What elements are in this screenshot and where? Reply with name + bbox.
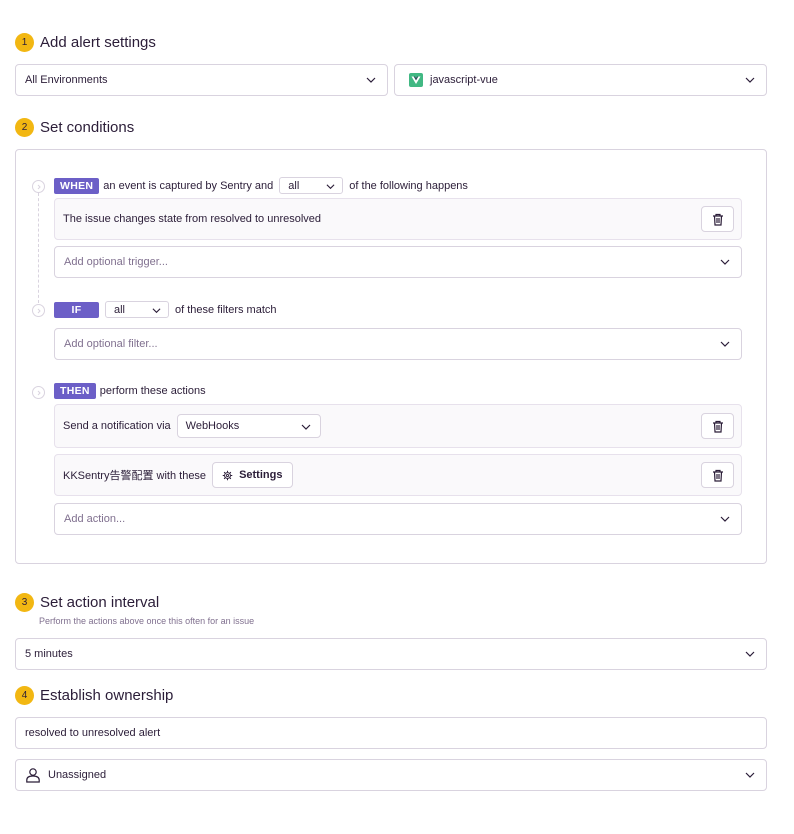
vue-logo-icon [409,73,423,87]
then-row: THEN perform these actions [54,383,206,399]
when-text-after: of the following happens [349,179,468,192]
trigger-condition-text: The issue changes state from resolved to… [63,213,322,225]
chevron-down-icon [326,184,335,190]
add-trigger-select[interactable]: Add optional trigger... [54,246,742,278]
notification-service-select[interactable]: WebHooks [176,414,321,438]
alert-name-value: resolved to unresolved alert [25,727,161,739]
chevron-down-icon [366,77,376,83]
timeline-dot [32,304,45,317]
trigger-condition-row: The issue changes state from resolved to… [54,198,742,240]
settings-label: Settings [239,469,283,481]
owner-select[interactable]: Unassigned [15,759,767,791]
environment-value: All Environments [25,74,108,86]
if-text-after: of these filters match [175,303,277,316]
chevron-down-icon [745,651,755,657]
step-number: 4 [15,686,34,705]
step-3-header: 3 Set action interval [15,593,159,612]
if-match-value: all [114,303,126,316]
user-icon [26,768,40,783]
interval-value: 5 minutes [25,648,73,660]
if-match-select[interactable]: all [105,301,169,318]
when-match-value: all [288,179,300,192]
delete-action-button[interactable] [701,462,734,488]
when-row: WHEN an event is captured by Sentry and … [54,177,468,194]
notification-service-value: WebHooks [185,420,240,432]
chevron-down-icon [745,772,755,778]
settings-button[interactable]: Settings [212,462,294,488]
when-badge: WHEN [54,177,100,194]
timeline-dot [32,180,45,193]
step-title: Add alert settings [40,34,156,51]
alert-name-input[interactable]: resolved to unresolved alert [15,717,767,749]
chevron-down-icon [745,77,755,83]
owner-value: Unassigned [48,769,107,781]
chevron-down-icon [720,341,730,347]
trash-icon [712,469,723,482]
step-number: 2 [15,118,34,137]
step-title: Set conditions [40,119,135,136]
step-number: 1 [15,33,34,52]
if-row: IF all of these filters match [54,301,277,318]
when-match-select[interactable]: all [279,177,344,194]
add-filter-select[interactable]: Add optional filter... [54,328,742,360]
add-action-placeholder: Add action... [64,513,126,525]
delete-action-button[interactable] [701,413,734,439]
action-notification-text: Send a notification via [63,420,171,432]
chevron-down-icon [152,308,161,314]
step-title: Establish ownership [40,687,174,704]
add-trigger-placeholder: Add optional trigger... [64,256,168,268]
timeline-connector [38,193,39,303]
gear-icon [222,470,233,480]
step-4-header: 4 Establish ownership [15,686,173,705]
step-subtitle: Perform the actions above once this ofte… [39,616,255,626]
if-badge: IF [54,301,99,318]
step-1-header: 1 Add alert settings [15,33,156,52]
chevron-down-icon [720,516,730,522]
project-value: javascript-vue [430,74,498,86]
trash-icon [712,420,723,433]
chevron-down-icon [720,259,730,265]
environment-select[interactable]: All Environments [15,64,388,96]
action-webhook-text: KKSentry告警配置 with these [63,470,207,482]
step-2-header: 2 Set conditions [15,118,134,137]
add-action-select[interactable]: Add action... [54,503,742,535]
timeline-dot [32,386,45,399]
action-interval-select[interactable]: 5 minutes [15,638,767,670]
then-badge: THEN [54,383,96,399]
action-row-notification: Send a notification via WebHooks [54,404,742,448]
add-filter-placeholder: Add optional filter... [64,338,158,350]
step-number: 3 [15,593,34,612]
action-row-webhook: KKSentry告警配置 with these Settings [54,454,742,496]
delete-condition-button[interactable] [701,206,734,232]
when-text-before: an event is captured by Sentry and [103,179,274,192]
trash-icon [712,213,723,226]
project-select[interactable]: javascript-vue [394,64,767,96]
step-title: Set action interval [40,594,160,611]
chevron-down-icon [301,424,311,430]
then-text-after: perform these actions [99,385,206,397]
